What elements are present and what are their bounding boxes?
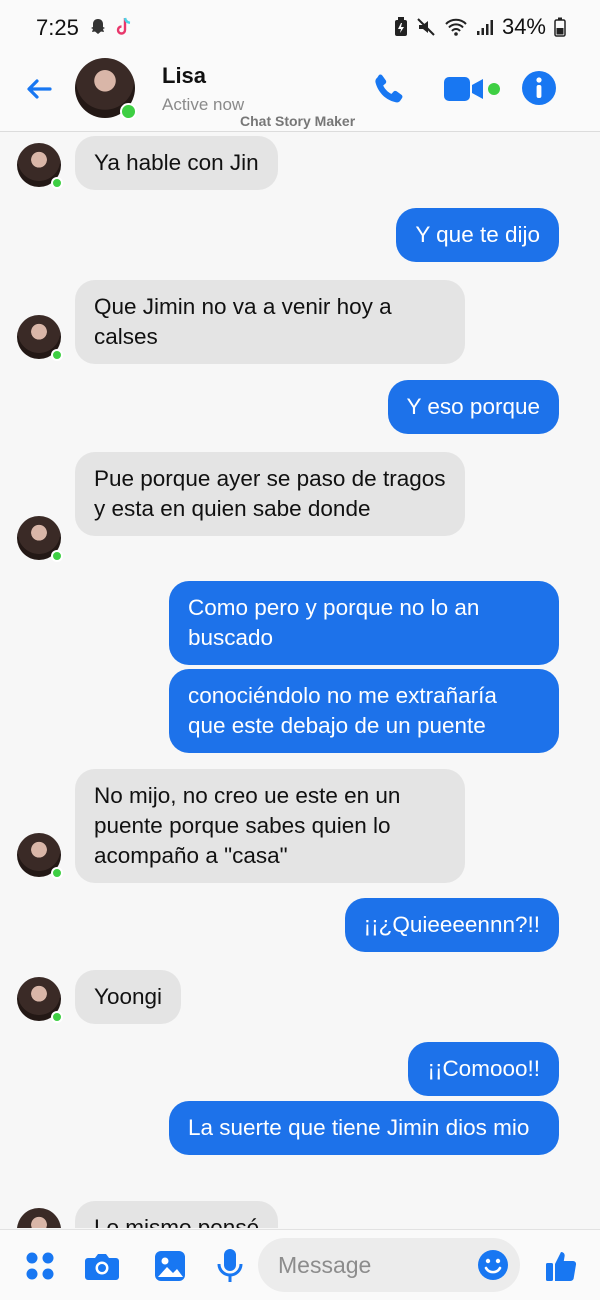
outgoing-message[interactable]: conociéndolo no me extrañaría que este d… [169,669,559,753]
camera-icon [85,1254,119,1280]
snapchat-icon [88,17,108,42]
video-camera-icon [444,77,500,101]
outgoing-message[interactable]: ¡¡¿Quieeeennn?!! [344,898,559,952]
sender-avatar [17,516,63,562]
online-indicator [50,176,63,189]
info-icon [522,71,556,105]
outgoing-message[interactable]: Y eso porque [387,380,559,434]
online-indicator [50,348,63,361]
message-composer: Message [0,1229,600,1300]
audio-call-button[interactable] [370,70,408,108]
camera-button[interactable] [84,1248,120,1284]
online-indicator [50,866,63,879]
emoji-button[interactable] [476,1248,510,1282]
mute-icon [416,17,436,37]
watermark-text: Chat Story Maker [240,113,356,129]
gallery-icon [155,1251,185,1281]
video-call-button[interactable] [442,73,502,107]
incoming-message[interactable]: No mijo, no creo ue este en un puente po… [75,769,465,883]
message-input[interactable]: Message [258,1238,520,1292]
contact-name[interactable]: Lisa [162,63,206,89]
online-indicator [50,549,63,562]
incoming-message[interactable]: Yoongi [75,970,181,1024]
sender-avatar [17,1208,61,1228]
voice-button[interactable] [212,1248,248,1284]
tiktok-icon [114,16,134,43]
signal-icon [476,18,494,36]
online-indicator [50,1010,63,1023]
battery-icon [554,17,566,37]
message-placeholder: Message [278,1252,372,1278]
gallery-button[interactable] [152,1248,188,1284]
outgoing-message[interactable]: ¡¡Comooo!! [408,1042,559,1096]
incoming-message[interactable]: Lo mismo pensé [75,1201,279,1228]
outgoing-message[interactable]: Como pero y porque no lo an buscado [169,581,559,665]
incoming-message[interactable]: Ya hable con Jin [75,136,278,190]
info-button[interactable] [521,70,557,106]
status-time: 7:25 [36,15,79,40]
phone-icon [375,74,403,103]
sender-avatar [17,143,63,189]
battery-percent: 34% [501,14,546,39]
outgoing-message[interactable]: La suerte que tiene Jimin dios mio [169,1101,559,1155]
emoji-icon [478,1250,508,1280]
like-icon [546,1252,577,1281]
sender-avatar [17,833,63,879]
incoming-message[interactable]: Pue porque ayer se paso de tragos y esta… [75,452,465,536]
chat-header: Lisa Active now Chat Story Maker [0,56,600,132]
incoming-message[interactable]: Que Jimin no va a venir hoy a calses [75,280,465,364]
sender-avatar [17,977,63,1023]
contact-avatar[interactable] [75,58,137,120]
back-button[interactable] [20,70,58,108]
back-arrow-icon [27,79,52,99]
microphone-icon [217,1249,243,1282]
online-indicator [120,103,137,120]
contact-status: Active now [162,95,245,114]
sender-avatar [17,315,63,361]
apps-button[interactable] [22,1248,58,1284]
wifi-icon [444,17,468,37]
like-button[interactable] [543,1248,579,1284]
outgoing-message[interactable]: Y que te dijo [396,208,559,262]
apps-icon [26,1252,54,1280]
battery-saver-icon [394,17,408,37]
message-list[interactable]: Ya hable con Jin Y que te dijo Que Jimin… [0,133,600,1228]
status-bar: 7:25 34% [0,0,600,56]
